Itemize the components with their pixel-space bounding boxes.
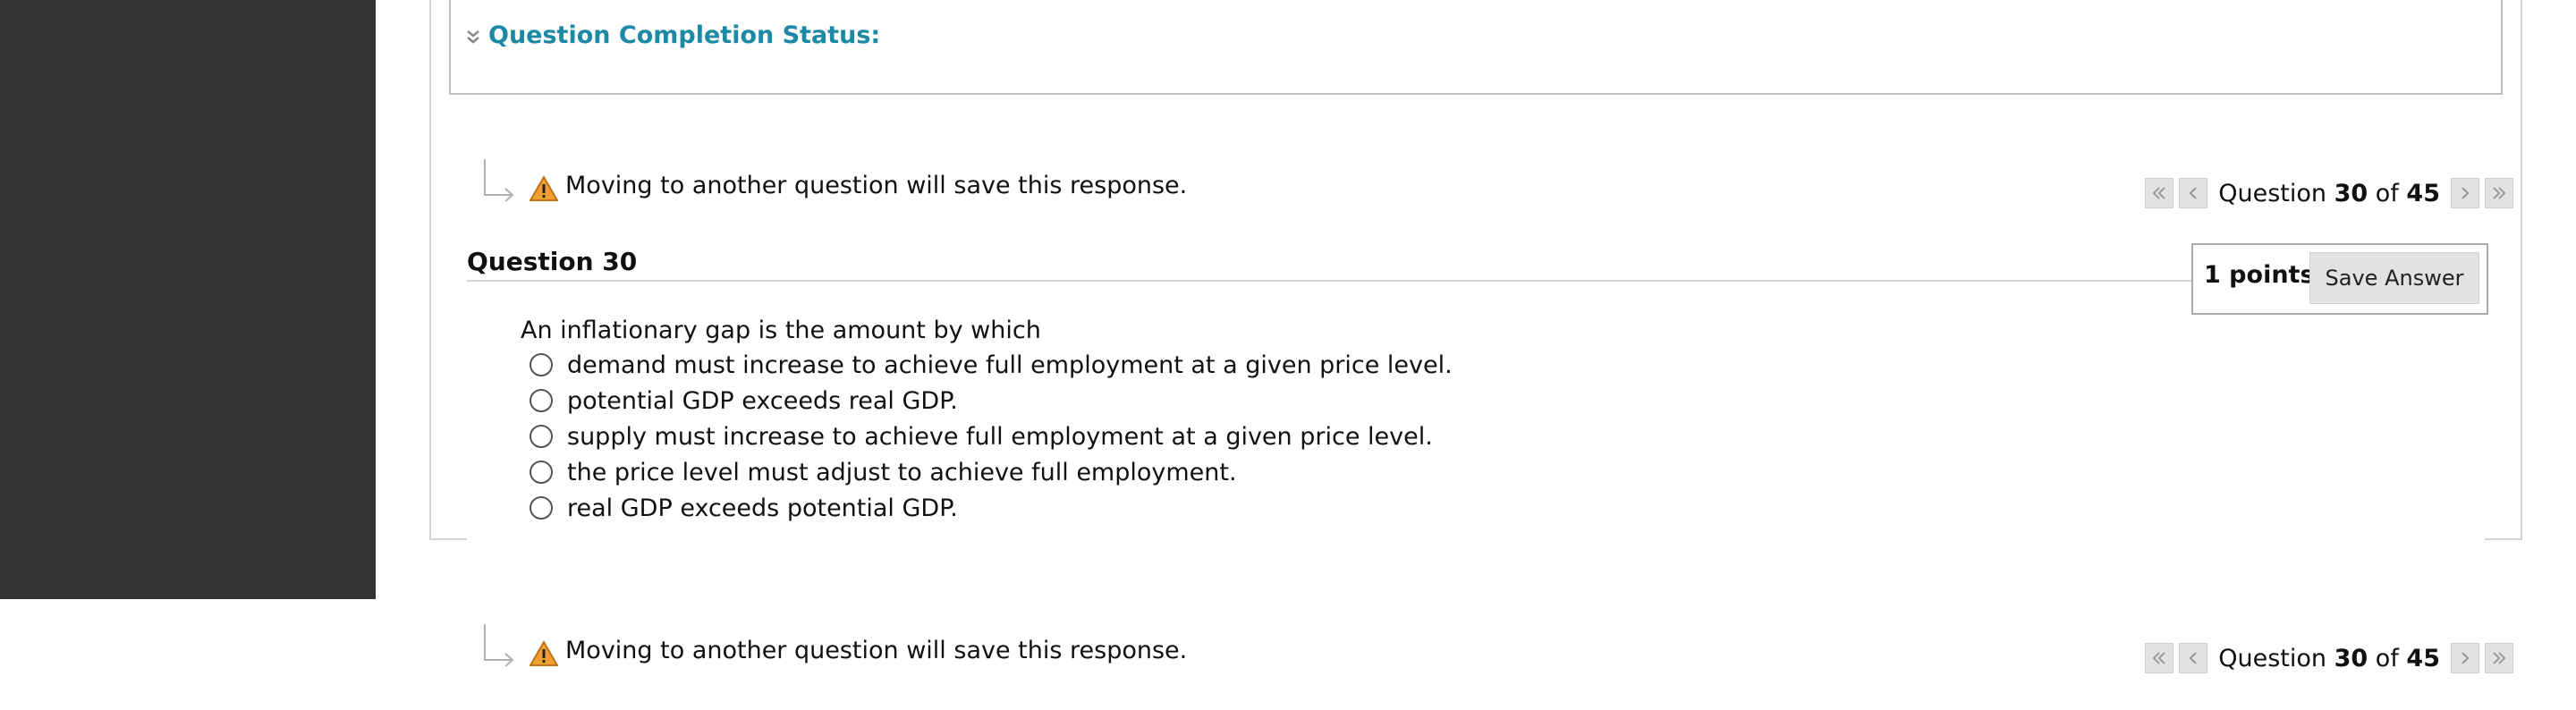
current-question-number: 30 [2334,644,2368,672]
answer-option-label[interactable]: potential GDP exceeds real GDP. [567,387,958,415]
last-question-button[interactable] [2485,178,2513,208]
double-chevron-left-icon [2152,187,2165,199]
save-answer-button[interactable]: Save Answer [2309,252,2479,304]
radio-button[interactable] [530,461,553,484]
next-question-button[interactable] [2451,643,2479,673]
radio-button[interactable] [530,389,553,412]
points-label: 1 points [2204,261,2315,289]
chevron-left-icon [2189,187,2197,199]
double-chevron-left-icon [2152,652,2165,664]
arrow-elbow-icon [484,159,514,202]
answer-option[interactable]: demand must increase to achieve full emp… [530,347,1453,383]
current-question-number: 30 [2334,179,2368,207]
question-position: Question 30 of 45 [2218,645,2440,672]
radio-button[interactable] [530,425,553,448]
first-question-button[interactable] [2145,643,2174,673]
question-title: Question 30 [467,247,638,276]
first-question-button[interactable] [2145,178,2174,208]
previous-question-button[interactable] [2179,178,2208,208]
answer-option-label[interactable]: demand must increase to achieve full emp… [567,351,1453,379]
last-question-button[interactable] [2485,643,2513,673]
chevron-right-icon [2462,187,2470,199]
double-chevron-right-icon [2493,652,2506,664]
question-nav-bottom: Moving to another question will save thi… [465,619,2513,681]
save-warning-text: Moving to another question will save thi… [565,172,1188,199]
answer-option[interactable]: the price level must adjust to achieve f… [530,454,1453,490]
previous-question-button[interactable] [2179,643,2208,673]
radio-button[interactable] [530,496,553,520]
total-questions: 45 [2406,644,2440,672]
of-word: of [2375,179,2399,207]
double-chevron-right-icon [2493,187,2506,199]
completion-status-title[interactable]: Question Completion Status: [488,21,880,49]
answer-option-label[interactable]: the price level must adjust to achieve f… [567,459,1237,486]
total-questions: 45 [2406,179,2440,207]
chevron-left-icon [2189,652,2197,664]
answer-option[interactable]: real GDP exceeds potential GDP. [530,490,1453,526]
of-word: of [2375,644,2399,672]
question-prompt: An inflationary gap is the amount by whi… [521,317,1041,344]
answer-options: demand must increase to achieve full emp… [530,347,1453,526]
radio-button[interactable] [530,353,553,376]
question-divider [467,280,2193,282]
next-question-button[interactable] [2451,178,2479,208]
question-position: Question 30 of 45 [2218,180,2440,207]
arrow-elbow-icon [484,624,514,667]
answer-option[interactable]: potential GDP exceeds real GDP. [530,383,1453,418]
question-pager: Question 30 of 45 [2140,177,2513,209]
warning-icon [530,640,558,666]
answer-option-label[interactable]: supply must increase to achieve full emp… [567,423,1433,451]
content-overlay-strip [467,528,2485,599]
answer-option[interactable]: supply must increase to achieve full emp… [530,418,1453,454]
save-warning-text: Moving to another question will save thi… [565,637,1188,664]
question-word: Question [2218,179,2327,207]
points-box: 1 points Save Answer [2191,243,2488,315]
answer-option-label[interactable]: real GDP exceeds potential GDP. [567,494,958,522]
question-pager: Question 30 of 45 [2140,642,2513,674]
question-word: Question [2218,644,2327,672]
chevron-right-icon [2462,652,2470,664]
question-nav-top: Moving to another question will save thi… [465,154,2513,216]
warning-icon [530,175,558,201]
left-sidebar [0,0,376,599]
double-chevron-down-icon[interactable] [465,27,481,46]
